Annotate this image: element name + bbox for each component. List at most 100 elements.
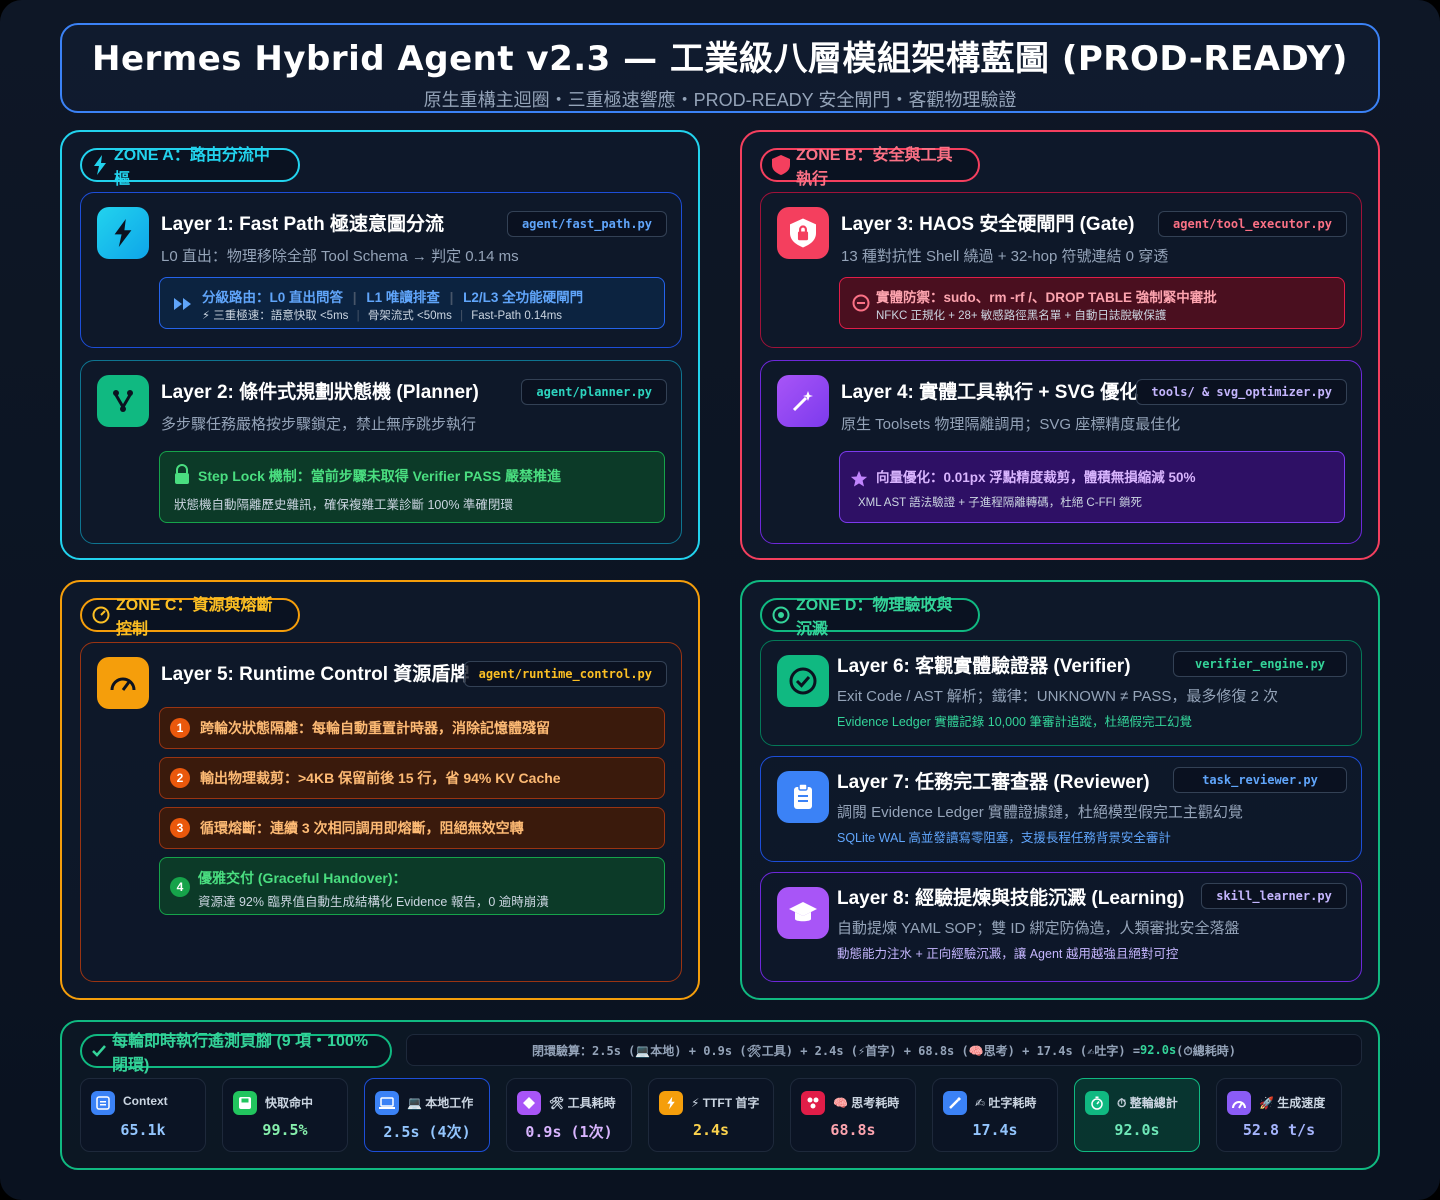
fast-forward-icon <box>174 298 191 310</box>
layer-8-card: Layer 8: 經驗提煉與技能沉澱 (Learning) skill_lear… <box>760 872 1362 982</box>
fork-icon <box>97 375 149 427</box>
layer-3-note-line2: NFKC 正規化 + 28+ 敏感路徑黑名單 + 自動日誌脫敏保護 <box>876 310 1167 322</box>
wand-icon <box>777 375 829 427</box>
layer-1-card: Layer 1: Fast Path 極速意圖分流 agent/fast_pat… <box>80 192 682 348</box>
page-subtitle: 原生重構主迴圈・三重極速響應・PROD-READY 安全閘門・客觀物理驗證 <box>423 90 1017 110</box>
layer-4-note-line2: XML AST 語法驗證 + 子進程隔離轉碼，杜絕 C-FFI 鎖死 <box>858 497 1143 509</box>
metric-total: ⏱ 整輪總計 92.0s <box>1074 1078 1200 1152</box>
graduation-cap-icon <box>777 887 829 939</box>
layer-7-title: Layer 7: 任務完工審查器 (Reviewer) <box>837 772 1150 793</box>
speed-icon <box>1227 1091 1251 1115</box>
layer-3-note: 實體防禦：sudo、rm -rf /、DROP TABLE 強制緊中審批 NFK… <box>839 277 1345 329</box>
zone-c: ZONE C：資源與熔斷控制 Layer 5: Runtime Control … <box>60 580 700 1000</box>
zone-a: ZONE A：路由分流中樞 Layer 1: Fast Path 極速意圖分流 … <box>60 130 700 560</box>
metric-local-work: 💻 本地工作 2.5s (4次) <box>364 1078 490 1152</box>
metric-context: Context 65.1k <box>80 1078 206 1152</box>
bolt-icon <box>94 155 106 175</box>
layer-1-file: agent/fast_path.py <box>506 211 667 237</box>
check-icon <box>92 1045 106 1057</box>
control-step-4-handover: 4 優雅交付 (Graceful Handover)： 資源達 92% 臨界值自… <box>159 857 665 915</box>
layer-3-note-line1: 實體防禦：sudo、rm -rf /、DROP TABLE 強制緊中審批 <box>876 290 1217 305</box>
route-l1: L1 唯讀排查 <box>366 290 440 305</box>
laptop-icon <box>375 1091 399 1115</box>
telemetry-formula: 閉環驗算：2.5s (💻本地) + 0.9s (🛠工具) + 2.4s (⚡首字… <box>406 1034 1362 1066</box>
layer-1-desc: L0 直出：物理移除全部 Tool Schema → 判定 0.14 ms <box>161 248 519 265</box>
handover-num: 4 <box>170 877 190 897</box>
layer-6-desc2: Evidence Ledger 實體記錄 10,000 筆審計追蹤，杜絕假完工幻… <box>837 715 1192 729</box>
layer-1-title: Layer 1: Fast Path 極速意圖分流 <box>161 214 444 235</box>
zone-c-label: ZONE C：資源與熔斷控制 <box>80 597 300 638</box>
handover-title: 優雅交付 (Graceful Handover)： <box>198 870 407 886</box>
zone-a-label: ZONE A：路由分流中樞 <box>80 147 300 188</box>
layer-5-card: Layer 5: Runtime Control 資源盾牌 agent/runt… <box>80 642 682 982</box>
pen-icon <box>943 1091 967 1115</box>
formula-total: 92.0s <box>1140 1043 1177 1057</box>
layer-2-note-line1: Step Lock 機制：當前步驟未取得 Verifier PASS 嚴禁推進 <box>198 468 562 484</box>
metric-tool-time: 🛠 工具耗時 0.9s (1次) <box>506 1078 632 1152</box>
layer-4-desc: 原生 Toolsets 物理隔離調用；SVG 座標精度最佳化 <box>841 416 1181 433</box>
timer-icon <box>1085 1091 1109 1115</box>
layer-8-desc2: 動態能力注水 + 正向經驗沉澱，讓 Agent 越用越強且絕對可控 <box>837 947 1179 961</box>
zone-d: ZONE D：物理驗收與沉澱 Layer 6: 客觀實體驗證器 (Verifie… <box>740 580 1380 1000</box>
context-icon <box>91 1091 115 1115</box>
layer-4-file: tools/ & svg_optimizer.py <box>1136 379 1347 405</box>
shield-icon <box>772 155 790 175</box>
speed-skeleton: 骨架流式 <50ms <box>367 310 452 322</box>
layer-3-title: Layer 3: HAOS 安全硬閘門 (Gate) <box>841 214 1135 235</box>
zone-b-label: ZONE B：安全與工具執行 <box>760 147 980 188</box>
layer-4-note: 向量優化：0.01px 浮點精度裁剪，體積無損縮減 50% XML AST 語法… <box>839 451 1345 523</box>
layer-6-card: Layer 6: 客觀實體驗證器 (Verifier) verifier_eng… <box>760 640 1362 746</box>
layer-2-note: Step Lock 機制：當前步驟未取得 Verifier PASS 嚴禁推進 … <box>159 451 665 523</box>
layer-8-title: Layer 8: 經驗提煉與技能沉澱 (Learning) <box>837 888 1185 909</box>
block-icon <box>852 294 870 312</box>
route-l2l3: L2/L3 全功能硬閘門 <box>463 290 584 305</box>
layer-5-file: agent/runtime_control.py <box>463 661 667 687</box>
zone-b: ZONE B：安全與工具執行 Layer 3: HAOS 安全硬閘門 (Gate… <box>740 130 1380 560</box>
clipboard-icon <box>777 771 829 823</box>
layer-7-desc: 調閱 Evidence Ledger 實體證據鏈，杜絕模型假完工主觀幻覺 <box>837 804 1243 821</box>
layer-2-card: Layer 2: 條件式規劃狀態機 (Planner) agent/planne… <box>80 360 682 544</box>
route-l0: 分級路由：L0 直出問答 <box>202 290 344 305</box>
layer-1-note: 分級路由：L0 直出問答 | L1 唯讀排查 | L2/L3 全功能硬閘門 ⚡ … <box>159 277 665 329</box>
layer-6-desc: Exit Code / AST 解析；鐵律：UNKNOWN ≠ PASS，最多修… <box>837 688 1279 705</box>
header-banner: Hermes Hybrid Agent v2.3 — 工業級八層模組架構藍圖 (… <box>60 23 1380 113</box>
page-title: Hermes Hybrid Agent v2.3 — 工業級八層模組架構藍圖 (… <box>92 39 1348 79</box>
page-frame: Hermes Hybrid Agent v2.3 — 工業級八層模組架構藍圖 (… <box>0 0 1440 1200</box>
metric-speed: 🚀 生成速度 52.8 t/s <box>1216 1078 1342 1152</box>
bolt-icon <box>97 207 149 259</box>
layer-2-note-line2: 狀態機自動隔離歷史雜訊，確保複雜工業診斷 100% 準確閉環 <box>174 498 513 512</box>
layer-4-card: Layer 4: 實體工具執行 + SVG 優化 tools/ & svg_op… <box>760 360 1362 544</box>
brain-icon <box>801 1091 825 1115</box>
speed-fastpath: Fast-Path 0.14ms <box>471 310 563 322</box>
layer-5-title: Layer 5: Runtime Control 資源盾牌 <box>161 664 470 685</box>
gauge-icon <box>92 606 110 624</box>
layer-3-card: Layer 3: HAOS 安全硬閘門 (Gate) agent/tool_ex… <box>760 192 1362 348</box>
control-step-2: 2 輸出物理裁剪：>4KB 保留前後 15 行，省 94% KV Cache <box>159 757 665 799</box>
layer-6-title: Layer 6: 客觀實體驗證器 (Verifier) <box>837 656 1131 677</box>
speed-cache: ⚡ 三重極速：語意快取 <5ms <box>202 310 349 322</box>
layer-2-title: Layer 2: 條件式規劃狀態機 (Planner) <box>161 382 479 403</box>
control-step-3: 3 循環熔斷：連續 3 次相同調用即熔斷，阻絕無效空轉 <box>159 807 665 849</box>
telemetry-label: 每輪即時執行遙測頁腳 (9 項・100% 閉環) <box>80 1033 392 1074</box>
lock-shield-icon <box>777 207 829 259</box>
layer-8-desc: 自動提煉 YAML SOP；雙 ID 綁定防偽造，人類審批安全落盤 <box>837 920 1240 937</box>
target-icon <box>772 606 790 624</box>
cache-icon <box>233 1091 257 1115</box>
zone-d-label: ZONE D：物理驗收與沉澱 <box>760 597 980 638</box>
speedometer-icon <box>97 657 149 709</box>
bolt-icon <box>659 1091 683 1115</box>
metric-cache-hit: 快取命中 99.5% <box>222 1078 348 1152</box>
layer-3-desc: 13 種對抗性 Shell 繞過 + 32-hop 符號連結 0 穿透 <box>841 248 1169 265</box>
layer-8-file: skill_learner.py <box>1201 883 1347 909</box>
layer-7-desc2: SQLite WAL 高並發讀寫零阻塞，支援長程任務背景安全審計 <box>837 831 1171 845</box>
layer-2-file: agent/planner.py <box>521 379 667 405</box>
star-icon <box>850 470 868 487</box>
metric-output: ✍ 吐字耗時 17.4s <box>932 1078 1058 1152</box>
layer-4-title: Layer 4: 實體工具執行 + SVG 優化 <box>841 382 1139 403</box>
metric-ttft: ⚡ TTFT 首字 2.4s <box>648 1078 774 1152</box>
layer-3-file: agent/tool_executor.py <box>1158 211 1347 237</box>
telemetry-footer: 每輪即時執行遙測頁腳 (9 項・100% 閉環) 閉環驗算：2.5s (💻本地)… <box>60 1020 1380 1170</box>
handover-text: 資源達 92% 臨界值自動生成結構化 Evidence 報告，0 逾時崩潰 <box>198 895 549 909</box>
metric-thinking: 🧠 思考耗時 68.8s <box>790 1078 916 1152</box>
layer-7-card: Layer 7: 任務完工審查器 (Reviewer) task_reviewe… <box>760 756 1362 862</box>
